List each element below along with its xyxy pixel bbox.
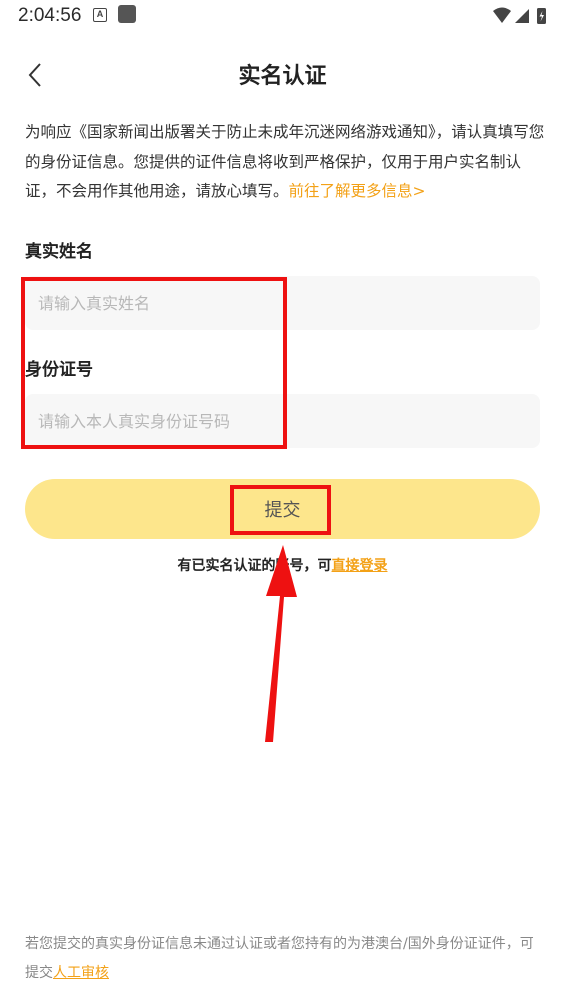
real-name-label: 真实姓名 <box>25 242 93 262</box>
status-time: 2:04:56 <box>18 5 82 26</box>
nav-bar: 实名认证 <box>0 40 565 106</box>
manual-review-notice: 若您提交的真实身份证信息未通过认证或者您持有的为港澳台/国外身份证证件，可提交人… <box>25 930 545 988</box>
status-icons <box>493 7 546 24</box>
login-prompt-text: 有已实名认证的账号，可 <box>177 558 332 574</box>
page-title: 实名认证 <box>238 64 327 89</box>
notice-text: 为响应《国家新闻出版署关于防止未成年沉迷网络游戏通知》，请认真填写您的身份证信息… <box>25 123 545 200</box>
manual-review-link[interactable]: 人工审核 <box>53 965 109 981</box>
signal-icon <box>515 9 529 23</box>
notification-a-icon: A <box>93 8 107 22</box>
status-bar: 2:04:56 A <box>0 0 565 34</box>
login-prompt: 有已实名认证的账号，可直接登录 <box>0 555 565 575</box>
form-fields-highlight <box>21 277 287 449</box>
learn-more-link[interactable]: 前往了解更多信息> <box>289 182 426 200</box>
submit-highlight <box>230 485 331 535</box>
notification-square-icon <box>118 5 136 23</box>
wifi-icon <box>493 7 511 23</box>
direct-login-link[interactable]: 直接登录 <box>332 558 388 574</box>
notice-paragraph: 为响应《国家新闻出版署关于防止未成年沉迷网络游戏通知》，请认真填写您的身份证信息… <box>25 118 545 207</box>
